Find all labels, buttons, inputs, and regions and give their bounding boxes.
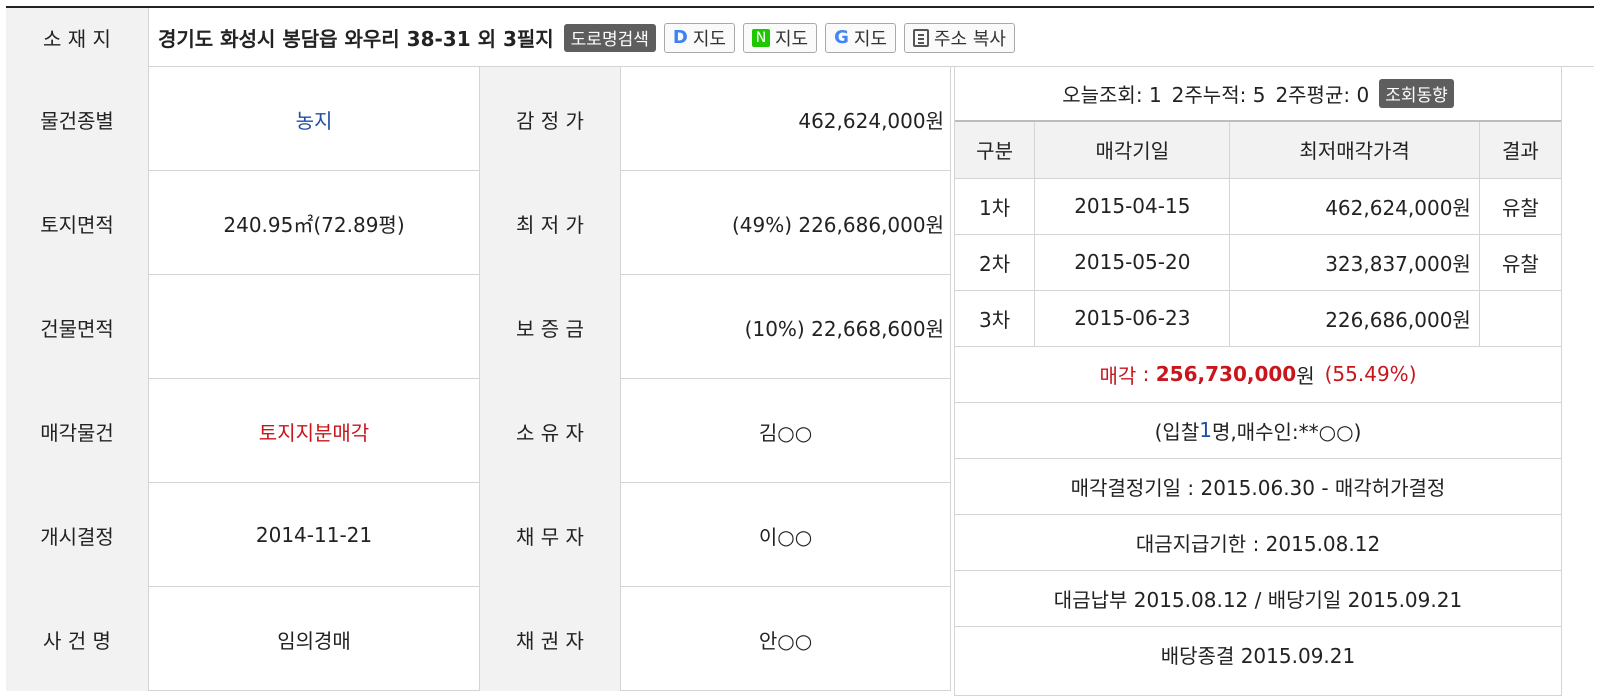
sale-amount: 256,730,000: [1155, 362, 1297, 386]
appraisal-label: 감 정 가: [480, 67, 621, 171]
today-views-label: 오늘조회:: [1062, 83, 1143, 107]
address-value-area: 경기도 화성시 봉담읍 와우리 38-31 외 3필지 도로명검색 D 지도 N…: [158, 8, 1015, 67]
address-row: 소 재 지 경기도 화성시 봉담읍 와우리 38-31 외 3필지 도로명검색 …: [6, 8, 1594, 67]
naver-map-label: 지도: [774, 28, 809, 50]
start-decision-label: 개시결정: [6, 483, 149, 587]
two-week-views-label: 2주누적:: [1171, 83, 1247, 107]
property-detail-grid: 물건종별 농지 감 정 가 462,624,000원 토지면적 240.95㎡(…: [6, 67, 951, 691]
land-area-label: 토지면적: [6, 171, 149, 275]
detail-row-case: 사 건 명 임의경매 채 권 자 안○○: [6, 587, 951, 691]
dividend-line: 배당종결 2015.09.21: [1160, 644, 1356, 668]
detail-row-type: 물건종별 농지 감 정 가 462,624,000원: [6, 67, 951, 171]
result-cell: 유찰: [1479, 234, 1561, 291]
case-name-value: 임의경매: [149, 587, 480, 691]
naver-logo-icon: N: [751, 28, 770, 47]
sale-unit: 원: [1296, 363, 1315, 388]
minimum-price-label: 최 저 가: [480, 171, 621, 275]
result-cell: 유찰: [1479, 178, 1561, 235]
road-name-search-button[interactable]: 도로명검색: [563, 23, 656, 52]
debtor-label: 채 무 자: [480, 483, 621, 587]
price-cell: 323,837,000원: [1229, 234, 1480, 291]
bid-prefix: (입찰: [1154, 419, 1200, 444]
creditor-label: 채 권 자: [480, 587, 621, 691]
rounds-header-row: 구분 매각기일 최저매각가격 결과: [955, 122, 1561, 179]
property-type-label: 물건종별: [6, 67, 149, 171]
date-cell: 2015-05-20: [1034, 234, 1231, 291]
daum-logo-icon: D: [672, 27, 688, 48]
header-result: 결과: [1479, 122, 1561, 179]
sale-separator: :: [1136, 362, 1156, 386]
daum-map-label: 지도: [692, 28, 726, 50]
view-trend-button[interactable]: 조회동향: [1379, 79, 1454, 108]
date-cell: 2015-06-23: [1034, 290, 1231, 347]
property-type-value: 농지: [149, 67, 480, 171]
price-cell: 462,624,000원: [1229, 178, 1480, 235]
copy-address-button[interactable]: 주소 복사: [903, 22, 1015, 53]
payment-line: 대금납부 2015.08.12 / 배당기일 2015.09.21: [955, 571, 1561, 627]
price-cell: 226,686,000원: [1229, 290, 1480, 347]
header-sale-date: 매각기일: [1034, 122, 1231, 179]
creditor-value: 안○○: [621, 587, 951, 691]
address-label: 소 재 지: [6, 8, 149, 67]
header-round: 구분: [955, 122, 1036, 179]
two-week-views-count: 5: [1252, 83, 1266, 107]
bid-suffix: 명,매수인:**○○): [1211, 419, 1362, 444]
today-views: 오늘조회: 1: [1062, 79, 1161, 108]
bid-count: 1: [1199, 418, 1212, 442]
owner-label: 소 유 자: [480, 379, 621, 483]
deposit-value: (10%) 22,668,600원: [621, 275, 951, 379]
document-icon: [912, 28, 929, 47]
start-decision-value: 2014-11-21: [149, 483, 480, 587]
detail-row-sale-item: 매각물건 토지지분매각 소 유 자 김○○: [6, 379, 951, 483]
sale-label: 매각: [1099, 363, 1137, 388]
copy-address-label: 주소 복사: [933, 28, 1006, 50]
detail-row-building: 건물면적 보 증 금 (10%) 22,668,600원: [6, 275, 951, 379]
sale-item-value: 토지지분매각: [149, 379, 480, 483]
appraisal-value: 462,624,000원: [621, 67, 951, 171]
result-cell: [1479, 290, 1561, 347]
google-map-button[interactable]: G 지도: [825, 22, 896, 53]
sale-item-label: 매각물건: [6, 379, 149, 483]
round-cell: 3차: [955, 290, 1036, 347]
case-name-label: 사 건 명: [6, 587, 149, 691]
table-row: 2차 2015-05-20 323,837,000원 유찰: [955, 234, 1561, 291]
round-cell: 1차: [955, 178, 1036, 235]
sale-decision-line: 매각결정기일 : 2015.06.30 - 매각허가결정: [955, 459, 1561, 515]
daum-map-button[interactable]: D 지도: [663, 22, 735, 53]
building-area-label: 건물면적: [6, 275, 149, 379]
address-text: 경기도 화성시 봉담읍 와우리 38-31 외 3필지: [158, 27, 554, 51]
auction-rounds-table: 구분 매각기일 최저매각가격 결과 1차 2015-04-15 462,624,…: [955, 122, 1561, 347]
naver-map-button[interactable]: N 지도: [742, 22, 818, 53]
view-count-bar: 오늘조회: 1 2주누적: 5 2주평균: 0 조회동향: [955, 67, 1561, 122]
two-week-average-count: 0: [1356, 83, 1370, 107]
land-area-value: 240.95㎡(72.89평): [149, 171, 480, 275]
table-row: 1차 2015-04-15 462,624,000원 유찰: [955, 178, 1561, 235]
owner-value: 김○○: [621, 379, 951, 483]
header-min-price: 최저매각가격: [1229, 122, 1480, 179]
auction-info-panel: 소 재 지 경기도 화성시 봉담읍 와우리 38-31 외 3필지 도로명검색 …: [6, 6, 1594, 700]
auction-schedule-panel: 오늘조회: 1 2주누적: 5 2주평균: 0 조회동향 구분 매각기일 최저매…: [954, 67, 1562, 696]
detail-row-area: 토지면적 240.95㎡(72.89평) 최 저 가 (49%) 226,686…: [6, 171, 951, 275]
payment-deadline-line: 대금지급기한 : 2015.08.12: [955, 515, 1561, 571]
bid-info-line: (입찰 1 명,매수인:**○○): [955, 403, 1561, 459]
sale-result-line: 매각 : 256,730,000 원 (55.49%): [955, 347, 1561, 403]
building-area-value: [149, 275, 480, 379]
round-cell: 2차: [955, 234, 1036, 291]
google-map-label: 지도: [853, 28, 887, 50]
deposit-label: 보 증 금: [480, 275, 621, 379]
two-week-average: 2주평균: 0: [1275, 79, 1369, 108]
table-row-current: 3차 2015-06-23 226,686,000원: [955, 290, 1561, 347]
two-week-average-label: 2주평균:: [1275, 83, 1351, 107]
debtor-value: 이○○: [621, 483, 951, 587]
sale-ratio: (55.49%): [1324, 362, 1417, 386]
today-views-count: 1: [1148, 83, 1162, 107]
date-cell: 2015-04-15: [1034, 178, 1231, 235]
two-week-views: 2주누적: 5: [1172, 79, 1266, 108]
minimum-price-value: (49%) 226,686,000원: [621, 171, 951, 275]
google-logo-icon: G: [834, 27, 849, 48]
detail-row-start: 개시결정 2014-11-21 채 무 자 이○○: [6, 483, 951, 587]
